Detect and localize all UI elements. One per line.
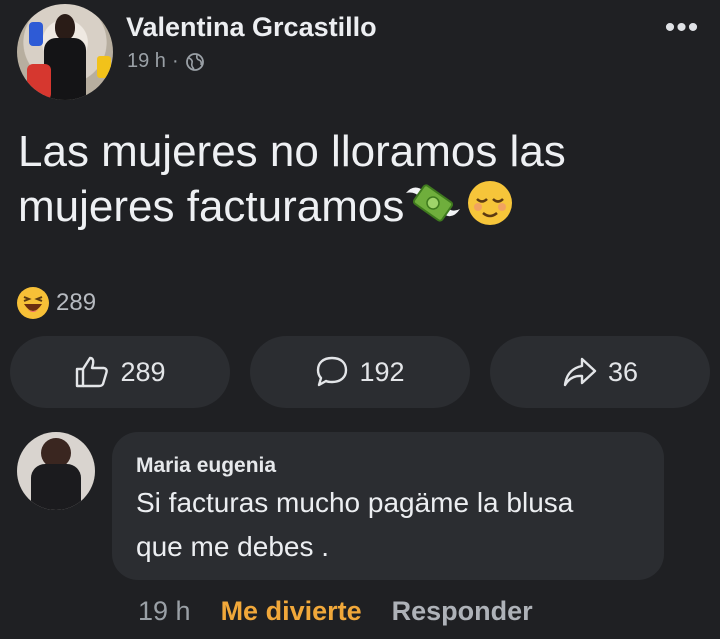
comment-icon: [317, 356, 348, 387]
relieved-face-icon: [468, 181, 513, 225]
comment-text-line1: Si facturas mucho pagäme la blusa: [136, 487, 574, 518]
avatar-bg-red: [27, 64, 51, 100]
thumbs-up-icon: [76, 356, 109, 388]
avatar-bg-blue: [29, 22, 43, 46]
comment-text: Si facturas mucho pagäme la blusa que me…: [136, 481, 656, 569]
post-text: Las mujeres no lloramos las mujeres fact…: [18, 124, 698, 234]
comment-time[interactable]: 19 h: [138, 596, 191, 627]
like-count: 289: [120, 356, 166, 387]
share-count: 36: [607, 356, 639, 387]
comment-button[interactable]: 192: [250, 336, 470, 408]
more-options-icon[interactable]: •••: [662, 13, 702, 48]
avatar-head: [55, 14, 75, 40]
share-button[interactable]: 36: [490, 336, 710, 408]
author-avatar[interactable]: [17, 4, 113, 100]
post-time[interactable]: 19 h: [127, 50, 166, 73]
haha-reaction-icon: [17, 287, 49, 319]
post-meta: 19 h ·: [127, 50, 205, 73]
post-text-line2-wrap: mujeres facturamos: [18, 179, 698, 234]
comment-count: 192: [359, 356, 405, 387]
comment-text-line2: que me debes .: [136, 531, 330, 562]
avatar-bg-yellow: [97, 56, 111, 78]
comment-reply-button[interactable]: Responder: [392, 596, 533, 627]
commenter-avatar[interactable]: [17, 432, 95, 510]
commenter-name[interactable]: Maria eugenia: [136, 454, 276, 478]
post-text-line2: mujeres facturamos: [18, 182, 405, 231]
comment-actions: 19 h Me divierte Responder: [138, 596, 533, 627]
commenter-avatar-body: [31, 464, 81, 510]
meta-separator: ·: [171, 50, 179, 72]
comment-reaction-button[interactable]: Me divierte: [221, 596, 362, 627]
reaction-count: 289: [56, 289, 97, 316]
reaction-summary[interactable]: 289: [16, 286, 96, 320]
globe-icon[interactable]: [185, 52, 205, 72]
share-icon: [563, 357, 597, 387]
post-text-line1: Las mujeres no lloramos las: [18, 127, 566, 176]
money-with-wings-icon: [406, 184, 461, 222]
like-button[interactable]: 289: [10, 336, 230, 408]
post-author-name[interactable]: Valentina Grcastillo: [126, 12, 377, 43]
facebook-post: Valentina Grcastillo 19 h · ••• Las muje…: [0, 0, 720, 639]
